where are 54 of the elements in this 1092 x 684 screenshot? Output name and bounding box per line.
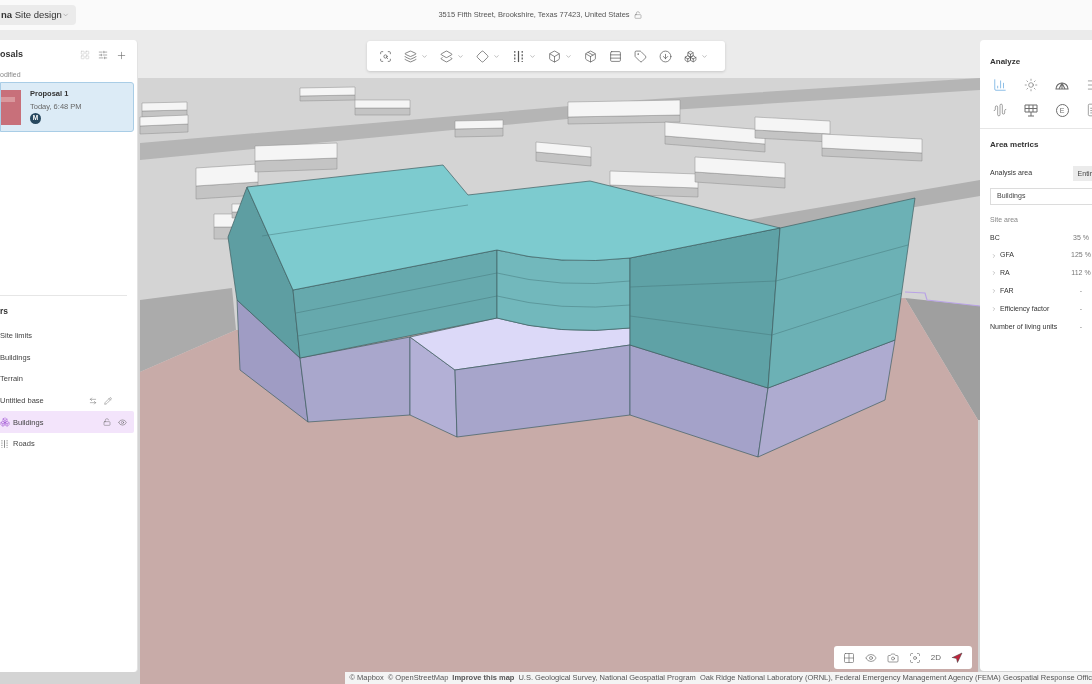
compass-icon[interactable] <box>951 651 963 664</box>
chevron-right-icon[interactable] <box>991 306 997 313</box>
cube-icon[interactable] <box>548 49 561 63</box>
dashed-lines-icon[interactable] <box>512 49 525 63</box>
panel-title: osals <box>0 48 23 62</box>
sun-icon[interactable] <box>1024 78 1038 92</box>
caret-icon[interactable] <box>493 52 500 60</box>
eye-icon[interactable] <box>118 417 127 427</box>
waveform-icon[interactable] <box>993 103 1007 117</box>
bar-chart-icon[interactable] <box>993 78 1007 92</box>
tag-icon[interactable] <box>634 49 647 63</box>
proposal-thumbnail <box>1 90 21 125</box>
caret-icon[interactable] <box>701 52 708 60</box>
pencil-icon[interactable] <box>104 396 112 405</box>
building-block <box>299 86 356 102</box>
cubes-icon <box>0 417 10 428</box>
download-icon[interactable] <box>659 49 672 63</box>
package-icon[interactable] <box>584 49 597 63</box>
solar-panel-icon[interactable] <box>1024 103 1038 117</box>
scan-icon[interactable] <box>379 49 392 63</box>
eye-icon[interactable] <box>864 651 877 664</box>
chevron-right-icon[interactable] <box>991 270 997 277</box>
swap-icon[interactable] <box>89 396 97 405</box>
building-block <box>141 101 188 118</box>
unlock-icon[interactable] <box>633 11 642 19</box>
caret-icon[interactable] <box>529 52 536 60</box>
caret-icon[interactable] <box>421 52 428 60</box>
caret-icon[interactable] <box>565 52 572 60</box>
boxes-icon[interactable] <box>684 49 697 63</box>
layers-icon[interactable] <box>440 49 453 63</box>
unlock-icon[interactable] <box>103 418 111 427</box>
building-block <box>195 163 259 200</box>
building-block <box>454 119 504 138</box>
view-mode-toggle[interactable]: 2D <box>930 653 941 662</box>
section-title: Analyze <box>990 57 1021 67</box>
add-icon[interactable] <box>116 49 127 61</box>
chevron-down-icon[interactable] <box>61 11 69 19</box>
section-title: Area metrics <box>990 140 1039 150</box>
grid-icon[interactable] <box>842 651 855 664</box>
camera-icon[interactable] <box>886 651 899 664</box>
chevron-right-icon[interactable] <box>991 252 997 259</box>
project-selector[interactable]: na Site design <box>0 5 76 25</box>
sliders-icon[interactable] <box>98 50 108 60</box>
stack-icon[interactable] <box>404 49 417 63</box>
building-block <box>535 141 592 167</box>
diamond-icon[interactable] <box>476 49 489 63</box>
panel-title: rs <box>0 306 9 316</box>
chevron-right-icon[interactable] <box>991 288 997 295</box>
rows-icon[interactable] <box>609 49 622 63</box>
dashed-lines-icon <box>0 438 9 449</box>
grid-icon[interactable] <box>80 50 90 60</box>
focus-icon[interactable] <box>908 651 921 664</box>
caret-icon[interactable] <box>457 52 464 60</box>
building-block <box>354 99 411 116</box>
